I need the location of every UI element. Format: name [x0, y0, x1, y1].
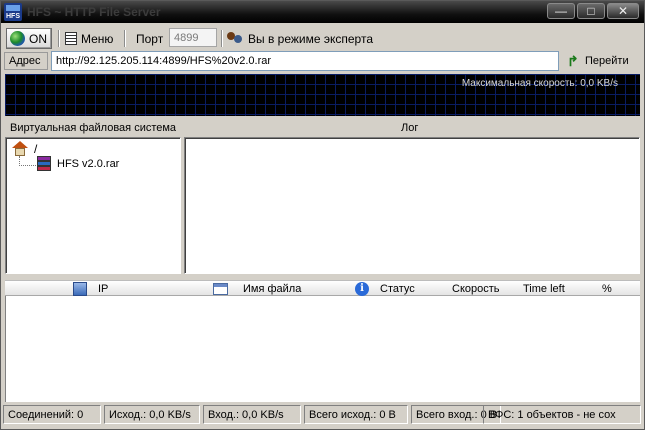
column-filename[interactable]: Имя файла [213, 282, 301, 296]
menu-button[interactable]: Меню [65, 28, 113, 49]
log-title: Лог [401, 122, 419, 134]
column-speed[interactable]: Скорость [452, 282, 500, 296]
bandwidth-graph[interactable]: Максимальная скорость: 0,0 KB/s [5, 74, 640, 116]
toolbar: ON Меню Порт Вы в режиме эксперта [1, 27, 644, 50]
vfs-root-label: / [34, 141, 38, 156]
server-on-button[interactable]: ON [6, 28, 52, 49]
max-speed-label: Максимальная скорость: 0,0 KB/s [461, 78, 618, 89]
port-label-text: Порт [136, 31, 164, 46]
column-percent-label: % [602, 283, 612, 295]
toolbar-separator [221, 30, 223, 47]
vfs-root-item[interactable]: / [12, 141, 37, 156]
status-connections: Соединений: 0 [3, 405, 101, 424]
users-icon [227, 31, 244, 46]
log-pane[interactable] [184, 137, 640, 274]
column-ip[interactable]: IP [73, 282, 108, 296]
close-button[interactable]: ✕ [607, 3, 639, 19]
vfs-tree[interactable]: / HFS v2.0.rar [5, 137, 181, 274]
window-title: HFS ~ HTTP File Server [27, 5, 161, 19]
column-ip-label: IP [98, 283, 109, 295]
hfs-app-icon[interactable]: HFS [4, 3, 22, 21]
column-percent[interactable]: % [602, 282, 612, 296]
column-time-left-label: Time left [523, 283, 565, 295]
go-button[interactable]: ↱ Перейти [567, 52, 629, 70]
column-filename-label: Имя файла [243, 283, 302, 295]
maximize-icon: □ [587, 4, 595, 18]
address-label: Адрес [4, 52, 48, 70]
server-on-label: ON [29, 31, 47, 46]
connections-header: IP Имя файла i Статус Скорость Time left… [5, 280, 640, 296]
status-vfs[interactable]: ВФС: 1 объектов - не сох [483, 405, 641, 424]
port-label: Порт [136, 28, 163, 49]
toolbar-separator [124, 30, 126, 47]
go-arrow-icon: ↱ [567, 53, 579, 69]
menu-label: Меню [81, 31, 114, 46]
vfs-file-item[interactable]: HFS v2.0.rar [36, 156, 119, 172]
info-icon: i [355, 282, 369, 296]
menu-icon [65, 32, 77, 45]
minimize-icon: — [555, 4, 567, 18]
address-input[interactable] [51, 51, 559, 71]
status-in-speed: Вход.: 0,0 KB/s [203, 405, 301, 424]
go-label: Перейти [585, 55, 629, 67]
expert-mode-label: Вы в режиме эксперта [248, 31, 373, 46]
home-icon [12, 141, 28, 156]
vfs-file-label: HFS v2.0.rar [57, 158, 120, 170]
maximize-button[interactable]: □ [577, 3, 605, 19]
column-time-left[interactable]: Time left [523, 282, 565, 296]
address-bar: Адрес ↱ Перейти [1, 50, 644, 72]
network-icon [73, 282, 87, 296]
column-status[interactable]: i Статус [355, 282, 415, 296]
column-speed-label: Скорость [452, 283, 500, 295]
globe-icon [10, 31, 25, 46]
status-bar: Соединений: 0 Исход.: 0,0 KB/s Вход.: 0,… [3, 405, 642, 424]
tree-connector [19, 156, 36, 166]
expert-mode-button[interactable]: Вы в режиме эксперта [227, 28, 373, 49]
status-total-out: Всего исход.: 0 B [304, 405, 408, 424]
port-input[interactable] [169, 28, 217, 47]
toolbar-separator [58, 30, 60, 47]
vfs-title: Виртуальная файловая система [10, 122, 177, 134]
app-icon-text: HFS [6, 13, 20, 20]
hfs-window: HFS HFS ~ HTTP File Server — □ ✕ ON Меню… [0, 0, 645, 430]
connections-list[interactable] [5, 296, 640, 402]
file-icon [213, 283, 228, 295]
rar-archive-icon [36, 156, 52, 172]
close-icon: ✕ [617, 4, 629, 18]
status-out-speed: Исход.: 0,0 KB/s [104, 405, 200, 424]
title-bar[interactable]: HFS HFS ~ HTTP File Server — □ ✕ [1, 1, 644, 23]
column-status-label: Статус [380, 283, 415, 295]
minimize-button[interactable]: — [547, 3, 575, 19]
